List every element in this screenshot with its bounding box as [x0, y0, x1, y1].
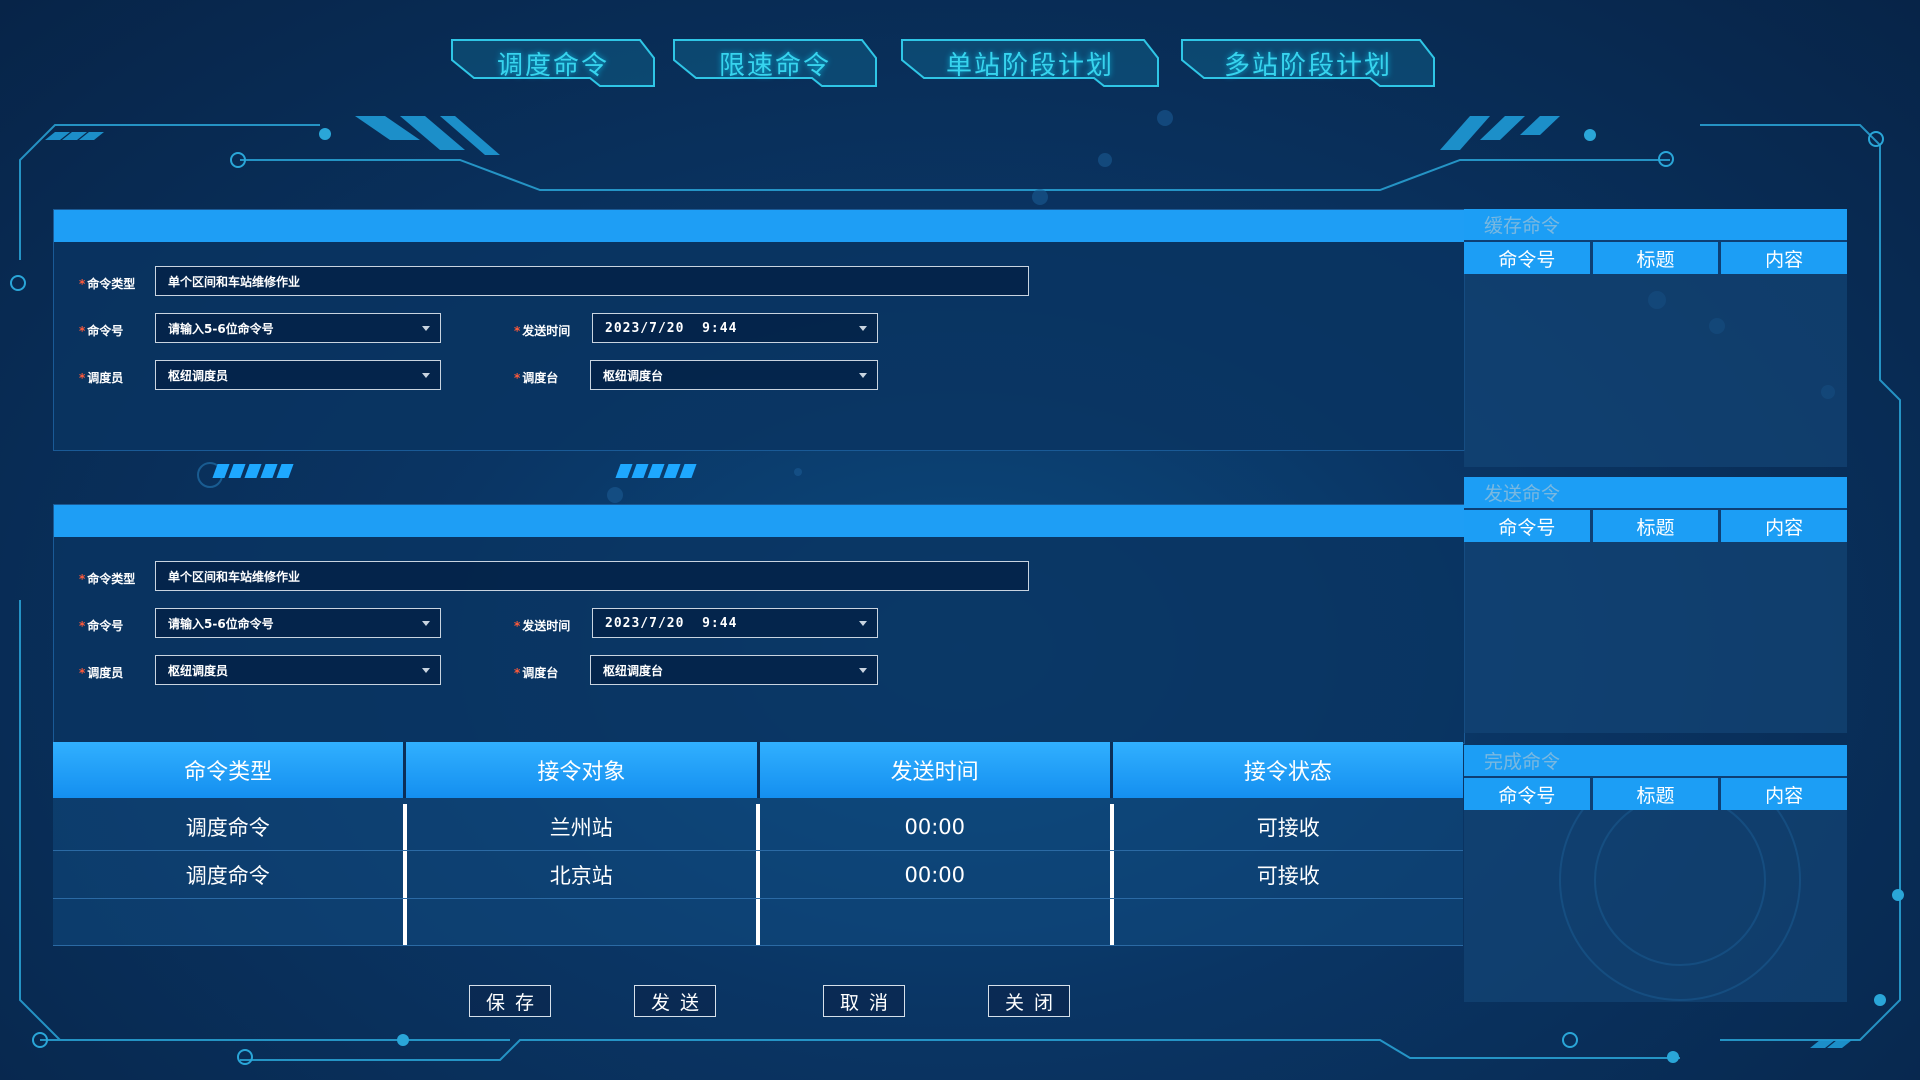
send-time-picker[interactable]: 2023/7/20 9:44 [592, 313, 878, 343]
chevron-down-icon [422, 373, 430, 378]
cell-send-time: 00:00 [760, 851, 1114, 898]
chevron-down-icon [422, 668, 430, 673]
list-title: 缓存命令 [1464, 209, 1847, 240]
sent-command-list: 发送命令 命令号 标题 内容 [1464, 477, 1847, 733]
command-no-select[interactable]: 请输入5-6位命令号 [155, 313, 441, 343]
tab-label: 单站阶段计划 [945, 50, 1114, 81]
tab-dispatch-command[interactable]: 调度命令 [450, 38, 656, 88]
command-type-label: * 命令类型 [79, 572, 136, 586]
chevron-down-icon [422, 621, 430, 626]
command-type-field[interactable]: 单个区间和车站维修作业 [155, 561, 1029, 591]
column-header-send-time: 发送时间 [759, 742, 1113, 798]
list-header: 命令号 标题 内容 [1464, 508, 1847, 542]
dispatcher-label: * 调度员 [79, 371, 124, 385]
cell-receive-status [1114, 899, 1464, 945]
cell-command-type: 调度命令 [53, 804, 407, 850]
dispatch-desk-select[interactable]: 枢纽调度台 [590, 655, 878, 685]
column-header-receiver: 接令对象 [406, 742, 760, 798]
tab-single-station-plan[interactable]: 单站阶段计划 [900, 38, 1160, 88]
table-row[interactable] [53, 899, 1463, 946]
column-header-content: 内容 [1765, 516, 1804, 539]
cell-send-time [760, 899, 1114, 945]
table-row[interactable]: 调度命令 北京站 00:00 可接收 [53, 851, 1463, 899]
list-header: 命令号 标题 内容 [1464, 240, 1847, 274]
command-form-panel-2: * 命令类型 单个区间和车站维修作业 * 命令号 请输入5-6位命令号 * 发送时间 … [53, 504, 1465, 744]
panel-header-bar [54, 505, 1464, 537]
cell-send-time: 00:00 [760, 804, 1114, 850]
list-title: 发送命令 [1464, 477, 1847, 508]
table-header: 命令类型 接令对象 发送时间 接令状态 [53, 742, 1463, 798]
command-form-panel-1: * 命令类型 单个区间和车站维修作业 * 命令号 请输入5-6位命令号 * 发送时间 … [53, 209, 1465, 451]
command-no-select[interactable]: 请输入5-6位命令号 [155, 608, 441, 638]
chevron-down-icon [859, 373, 867, 378]
table-row[interactable]: 调度命令 兰州站 00:00 可接收 [53, 798, 1463, 851]
column-header-command-no: 命令号 [1464, 778, 1593, 810]
column-header-title: 标题 [1593, 242, 1722, 274]
cell-command-type: 调度命令 [53, 851, 407, 898]
column-header-command-no: 命令号 [1464, 510, 1593, 542]
cache-command-list: 缓存命令 命令号 标题 内容 [1464, 209, 1847, 467]
send-time-label: * 发送时间 [514, 619, 571, 633]
panel-header-bar [54, 210, 1464, 242]
chevron-down-icon [422, 326, 430, 331]
save-button[interactable]: 保存 [469, 985, 551, 1017]
stripe-decoration [212, 463, 295, 478]
command-type-field[interactable]: 单个区间和车站维修作业 [155, 266, 1029, 296]
command-receive-table: 命令类型 接令对象 发送时间 接令状态 调度命令 兰州站 00:00 可接收 调… [53, 742, 1463, 946]
dispatch-desk-label: * 调度台 [514, 371, 559, 385]
cell-command-type [53, 899, 407, 945]
send-time-label: * 发送时间 [514, 324, 571, 338]
cell-receiver: 北京站 [407, 851, 760, 898]
cancel-button[interactable]: 取消 [823, 985, 905, 1017]
chevron-down-icon [859, 326, 867, 331]
column-header-title: 标题 [1593, 510, 1722, 542]
cell-receive-status: 可接收 [1256, 816, 1320, 840]
column-header-content: 内容 [1765, 784, 1804, 807]
column-header-command-type: 命令类型 [53, 742, 407, 798]
tab-label: 多站阶段计划 [1223, 50, 1392, 81]
column-header-receive-status: 接令状态 [1112, 742, 1463, 798]
tab-label: 调度命令 [496, 50, 609, 81]
stripe-decoration [615, 463, 698, 478]
tab-label: 限速命令 [718, 50, 831, 81]
cell-receiver: 兰州站 [407, 804, 760, 850]
close-button[interactable]: 关闭 [988, 985, 1070, 1017]
column-header-title: 标题 [1593, 778, 1722, 810]
cell-receiver [407, 899, 760, 945]
tab-speed-limit-command[interactable]: 限速命令 [672, 38, 878, 88]
list-title: 完成命令 [1464, 745, 1847, 776]
send-time-picker[interactable]: 2023/7/20 9:44 [592, 608, 878, 638]
send-button[interactable]: 发送 [634, 985, 716, 1017]
tab-multi-station-plan[interactable]: 多站阶段计划 [1180, 38, 1436, 88]
chevron-down-icon [859, 668, 867, 673]
cell-receive-status: 可接收 [1256, 863, 1320, 888]
column-header-command-no: 命令号 [1464, 242, 1593, 274]
list-header: 命令号 标题 内容 [1464, 776, 1847, 810]
dispatch-desk-select[interactable]: 枢纽调度台 [590, 360, 878, 390]
chevron-down-icon [859, 621, 867, 626]
command-type-label: * 命令类型 [79, 277, 136, 291]
command-no-label: * 命令号 [79, 324, 124, 338]
column-header-content: 内容 [1765, 248, 1804, 271]
dispatcher-select[interactable]: 枢纽调度员 [155, 655, 441, 685]
completed-command-list: 完成命令 命令号 标题 内容 [1464, 745, 1847, 1002]
dispatcher-select[interactable]: 枢纽调度员 [155, 360, 441, 390]
dispatch-desk-label: * 调度台 [514, 666, 559, 680]
command-no-label: * 命令号 [79, 619, 124, 633]
dispatcher-label: * 调度员 [79, 666, 124, 680]
